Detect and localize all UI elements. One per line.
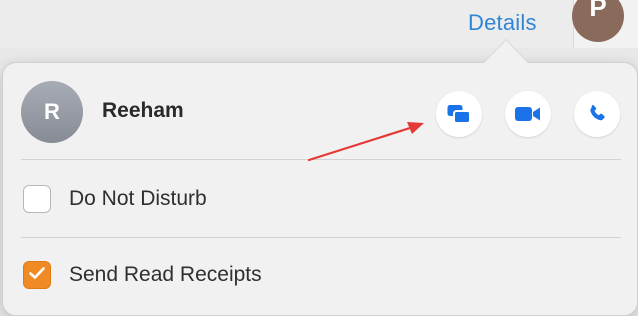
details-popover: R Reeham Do Not Disturb Send Read Receip… (2, 62, 638, 316)
divider (21, 237, 621, 238)
popover-pointer (484, 40, 528, 63)
video-camera-icon (514, 104, 542, 124)
do-not-disturb-option[interactable]: Do Not Disturb (23, 185, 603, 217)
read-receipts-option[interactable]: Send Read Receipts (23, 261, 603, 293)
video-call-button[interactable] (505, 91, 551, 137)
contact-header: R Reeham (21, 81, 621, 143)
divider (21, 159, 621, 160)
contact-name: Reeham (102, 99, 184, 122)
screen-share-icon (446, 103, 472, 125)
phone-icon (586, 103, 608, 125)
checkmark-icon (28, 265, 46, 286)
details-button[interactable]: Details (468, 10, 537, 36)
audio-call-button[interactable] (574, 91, 620, 137)
screen-share-button[interactable] (436, 91, 482, 137)
do-not-disturb-label: Do Not Disturb (69, 187, 207, 210)
contact-avatar[interactable]: R (21, 81, 83, 143)
do-not-disturb-checkbox[interactable] (23, 185, 51, 213)
read-receipts-checkbox[interactable] (23, 261, 51, 289)
read-receipts-label: Send Read Receipts (69, 263, 262, 286)
window-top-bar: Details P (0, 0, 638, 48)
